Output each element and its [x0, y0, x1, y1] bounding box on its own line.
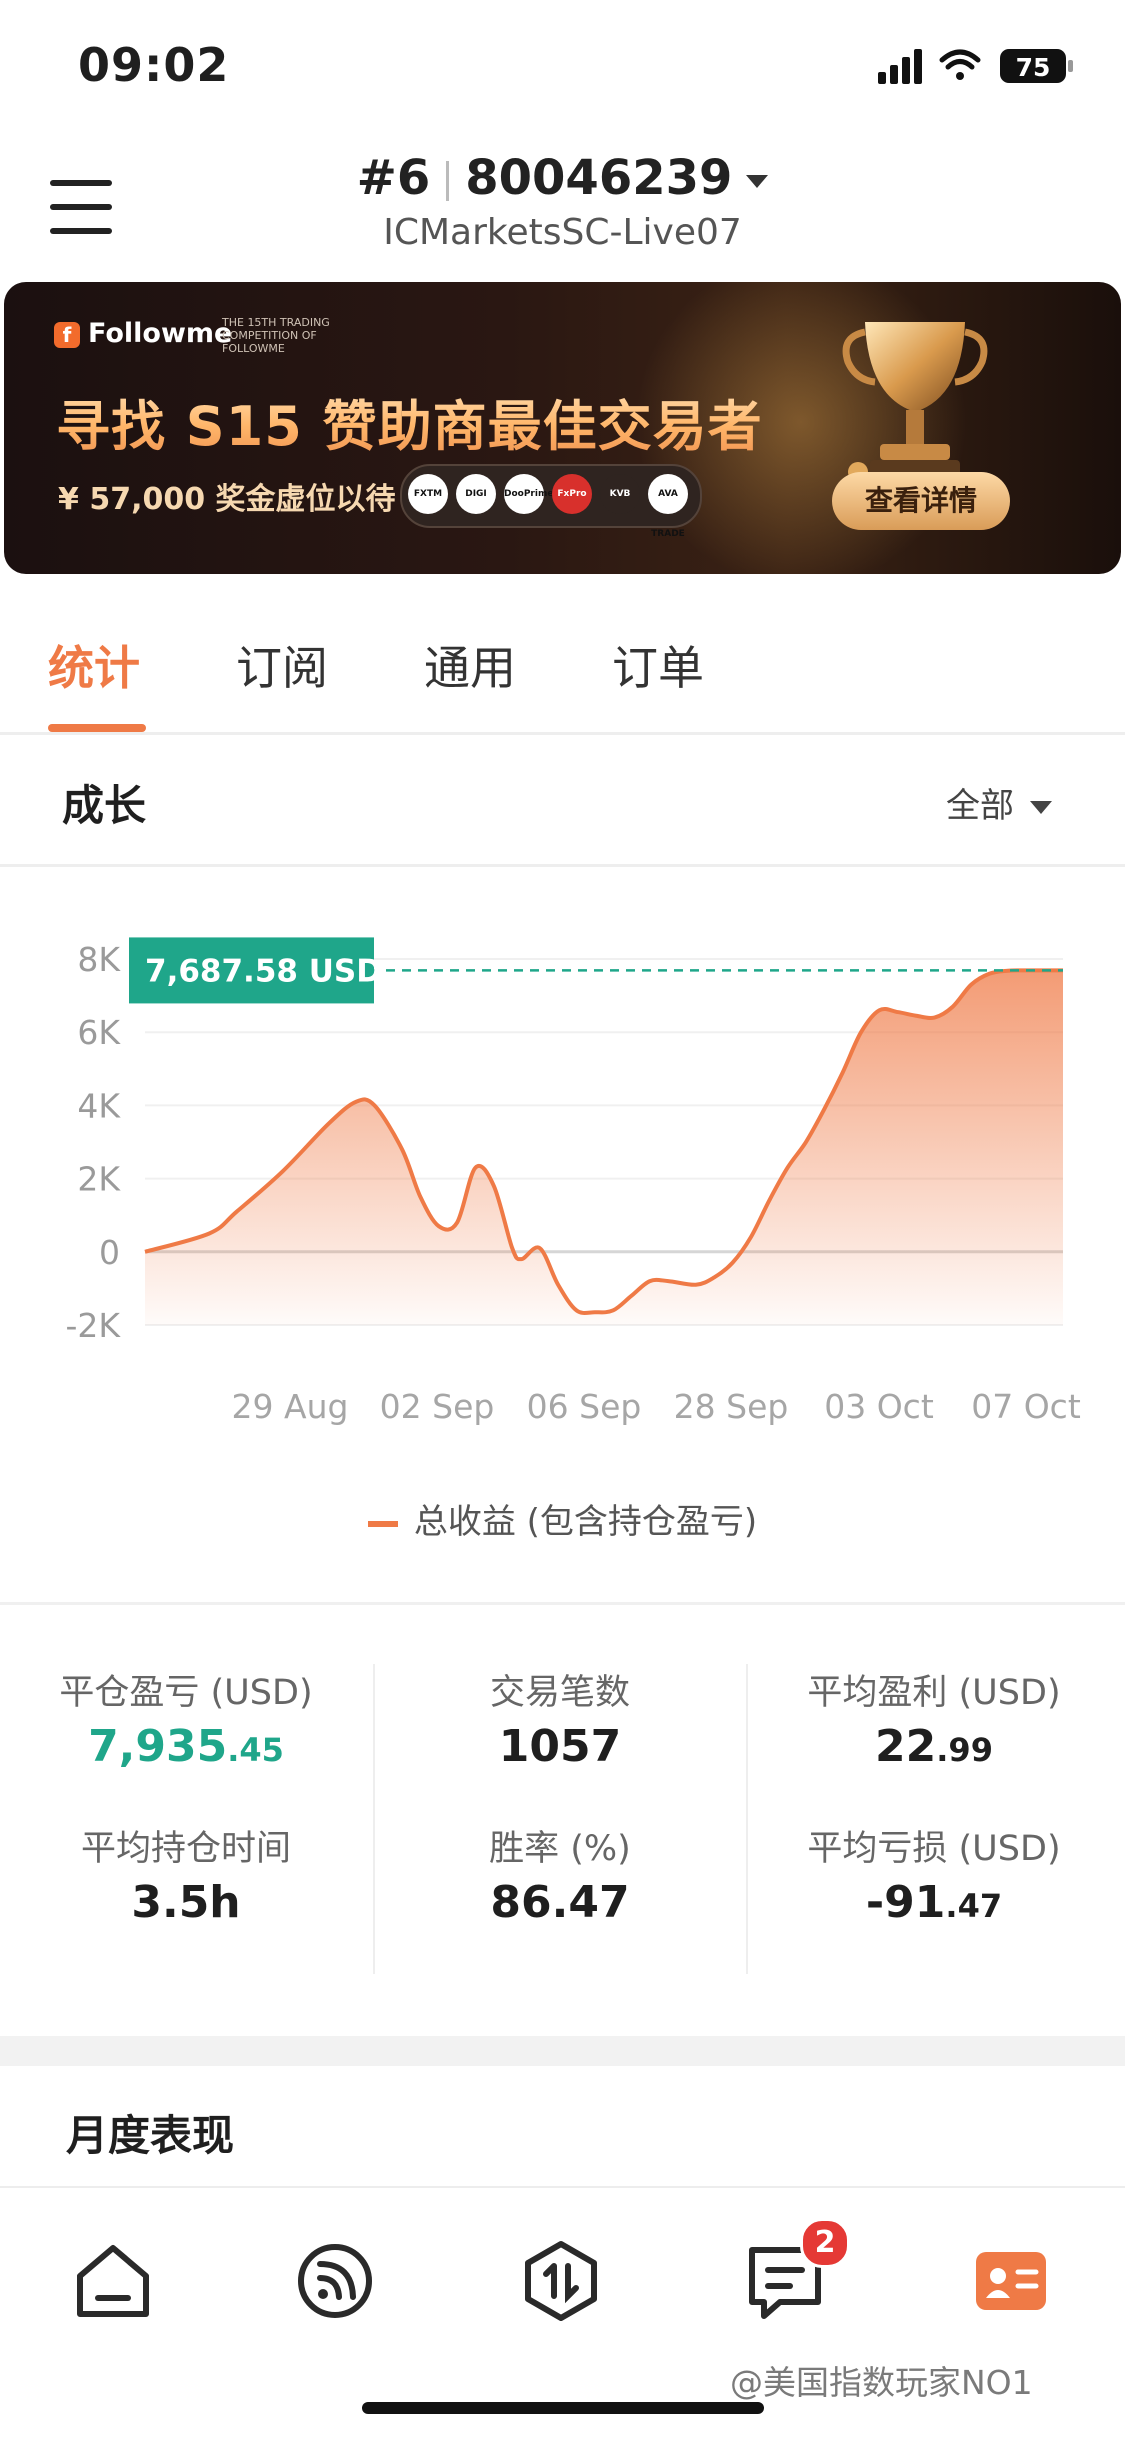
followme-logo-icon: f [54, 321, 80, 348]
stat-win-rate: 胜率 (%) 86.47 [374, 1820, 746, 1928]
divider [0, 1602, 1125, 1605]
stat-avg-loss: 平均亏损 (USD) -91.47 [748, 1820, 1120, 1928]
x-axis-ticks: 29 Aug 02 Sep 06 Sep 28 Sep 03 Oct 07 Oct [232, 1387, 1081, 1426]
growth-range-value: 全部 [946, 786, 1014, 826]
sponsor-logo: KVB [600, 474, 640, 514]
account-selector[interactable]: #6 80046239 [0, 150, 1125, 206]
signal-icon [878, 49, 922, 84]
home-indicator[interactable] [362, 2402, 764, 2414]
stat-value: 7,935.45 [88, 1721, 284, 1772]
chevron-down-icon [746, 174, 769, 188]
y-axis-ticks: 8K 6K 4K 2K 0 -2K [65, 940, 121, 1345]
stat-value: 1057 [498, 1721, 622, 1772]
tab-stats[interactable]: 统计 [48, 632, 140, 698]
x-tick-label: 29 Aug [232, 1387, 349, 1426]
watermark: @美国指数玩家NO1 [730, 2363, 1033, 2402]
stat-avg-hold-time: 平均持仓时间 3.5h [0, 1820, 372, 1928]
stat-label: 平均亏损 (USD) [807, 1829, 1061, 1869]
stat-label: 交易笔数 [489, 1673, 630, 1713]
chevron-down-icon [1030, 801, 1052, 814]
home-icon[interactable] [68, 2236, 158, 2326]
x-tick-label: 28 Sep [674, 1387, 789, 1426]
active-tab-indicator [48, 724, 146, 732]
growth-range-dropdown[interactable]: 全部 [946, 778, 1052, 827]
banner-subtitle: ¥ 57,000 奖金虚位以待 [58, 482, 396, 517]
x-tick-label: 03 Oct [824, 1387, 934, 1426]
sponsor-logos: FXTM DIGI DooPrime FxPro KVB AVA TRADE [400, 464, 702, 539]
x-tick-label: 02 Sep [380, 1387, 495, 1426]
status-time: 09:02 [78, 38, 230, 92]
monthly-performance-title: 月度表现 [66, 2111, 235, 2160]
server-name: ICMarketsSC-Live07 [383, 212, 742, 253]
y-tick-label: -2K [65, 1306, 121, 1345]
battery-icon: 75 [1000, 49, 1073, 83]
stat-value: 86.47 [490, 1877, 630, 1928]
y-tick-label: 4K [77, 1086, 121, 1125]
stat-label: 胜率 (%) [489, 1829, 631, 1869]
y-tick-label: 6K [77, 1013, 121, 1052]
sponsor-logo: DooPrime [504, 474, 553, 514]
chart-legend: 总收益 (包含持仓盈亏) [0, 1494, 1125, 1543]
sponsor-logo: FXTM [408, 474, 448, 514]
section-separator [0, 2036, 1125, 2066]
banner-title: 寻找 S15 赞助商最佳交易者 [56, 382, 763, 461]
series-area [145, 970, 1063, 1325]
account-icon[interactable] [966, 2236, 1056, 2326]
stat-closed-pnl: 平仓盈亏 (USD) 7,935.45 [0, 1664, 372, 1772]
stat-value: -91.47 [865, 1877, 1003, 1928]
banner-competition-label: THE 15TH TRADING COMPETITION OF FOLLOWME [222, 316, 330, 355]
x-tick-label: 06 Sep [527, 1387, 642, 1426]
x-tick-label: 07 Oct [971, 1387, 1081, 1426]
y-tick-label: 0 [99, 1233, 120, 1272]
tab-subscribe[interactable]: 订阅 [236, 632, 328, 698]
tab-orders[interactable]: 订单 [612, 632, 704, 698]
bottom-nav: 2 @美国指数玩家NO1 [0, 2186, 1125, 2438]
feed-icon[interactable] [290, 2236, 380, 2326]
sponsor-logo: FxPro [552, 474, 592, 514]
account-number: 80046239 [465, 150, 733, 206]
trade-icon[interactable] [516, 2236, 606, 2326]
stat-trade-count: 交易笔数 1057 [374, 1664, 746, 1772]
tab-bar: 统计 订阅 通用 订单 [0, 590, 1125, 735]
status-icons: 75 [878, 49, 1073, 84]
y-tick-label: 8K [77, 940, 121, 979]
growth-title: 成长 [62, 781, 147, 830]
tab-general[interactable]: 通用 [424, 632, 516, 698]
growth-chart[interactable]: 8K 6K 4K 2K 0 -2K 29 Aug 02 Sep 06 Sep 28 Sep 03 … [0, 900, 1125, 1460]
stat-label: 平均持仓时间 [80, 1829, 291, 1869]
messages-badge: 2 [800, 2218, 850, 2268]
y-tick-label: 2K [77, 1160, 121, 1199]
separator [446, 161, 450, 201]
stat-label: 平均盈利 (USD) [807, 1673, 1061, 1713]
account-rank: #6 [356, 150, 431, 206]
legend-swatch [367, 1520, 398, 1527]
stat-value: 22.99 [875, 1721, 993, 1772]
sponsor-logo: DIGI [456, 474, 496, 514]
battery-level: 75 [1016, 53, 1051, 82]
banner-details-button[interactable]: 查看详情 [832, 472, 1010, 530]
wifi-icon [939, 49, 981, 80]
divider [0, 864, 1125, 867]
stat-label: 平仓盈亏 (USD) [59, 1673, 313, 1713]
stat-value: 3.5h [131, 1877, 241, 1928]
promo-banner[interactable]: f Followme THE 15TH TRADING COMPETITION O… [4, 282, 1121, 574]
current-value-label: 7,687.58 USD [145, 953, 382, 989]
banner-brand: f Followme [54, 318, 232, 349]
stat-avg-profit: 平均盈利 (USD) 22.99 [748, 1664, 1120, 1772]
legend-label: 总收益 (包含持仓盈亏) [413, 1502, 758, 1542]
sponsor-logo: AVA TRADE [648, 474, 688, 539]
